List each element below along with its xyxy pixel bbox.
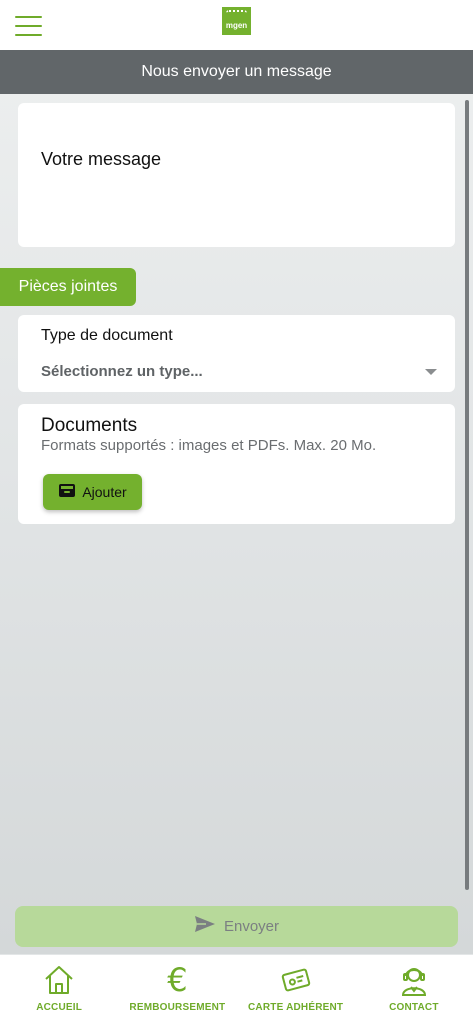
page-title: Nous envoyer un message [141, 63, 332, 80]
message-field[interactable]: Votre message [18, 103, 455, 247]
agent-icon [399, 963, 429, 997]
app-header: mgen [0, 0, 473, 50]
add-document-button[interactable]: Ajouter [43, 474, 142, 510]
page-title-bar: Nous envoyer un message [0, 50, 473, 94]
documents-card: Documents Formats supportés : images et … [18, 404, 455, 524]
send-button[interactable]: Envoyer [15, 906, 458, 947]
add-document-label: Ajouter [82, 484, 127, 500]
card-icon [280, 963, 312, 997]
nav-label: CONTACT [389, 1002, 439, 1013]
documents-hint: Formats supportés : images et PDFs. Max.… [41, 437, 377, 454]
nav-item-remboursement[interactable]: € REMBOURSEMENT [118, 955, 236, 1024]
logo-text: mgen [225, 21, 248, 30]
chevron-down-icon [425, 369, 437, 375]
bottom-navigation: ACCUEIL € REMBOURSEMENT CARTE ADHÉRENT C… [0, 954, 473, 1024]
document-type-label: Type de document [41, 327, 173, 344]
brand-logo: mgen [221, 7, 253, 41]
inbox-icon [58, 482, 76, 503]
menu-icon[interactable] [15, 16, 42, 36]
nav-label: REMBOURSEMENT [129, 1002, 226, 1013]
send-icon [194, 915, 216, 938]
attachments-tab: Pièces jointes [0, 268, 136, 306]
documents-title: Documents [41, 415, 138, 436]
attachments-tab-label: Pièces jointes [18, 278, 118, 295]
document-type-selected: Sélectionnez un type... [41, 363, 203, 380]
document-type-select[interactable]: Sélectionnez un type... [41, 363, 437, 385]
document-type-card: Type de document Sélectionnez un type... [18, 315, 455, 392]
nav-item-contact[interactable]: CONTACT [355, 955, 473, 1024]
nav-label: CARTE ADHÉRENT [248, 1002, 344, 1013]
nav-item-carte-adherent[interactable]: CARTE ADHÉRENT [237, 955, 355, 1024]
nav-label: ACCUEIL [36, 1002, 83, 1013]
message-label: Votre message [41, 149, 162, 169]
nav-item-accueil[interactable]: ACCUEIL [0, 955, 118, 1024]
home-icon [43, 963, 75, 997]
send-label: Envoyer [223, 918, 280, 935]
euro-icon: € [167, 961, 188, 999]
scrollbar[interactable] [465, 100, 469, 890]
